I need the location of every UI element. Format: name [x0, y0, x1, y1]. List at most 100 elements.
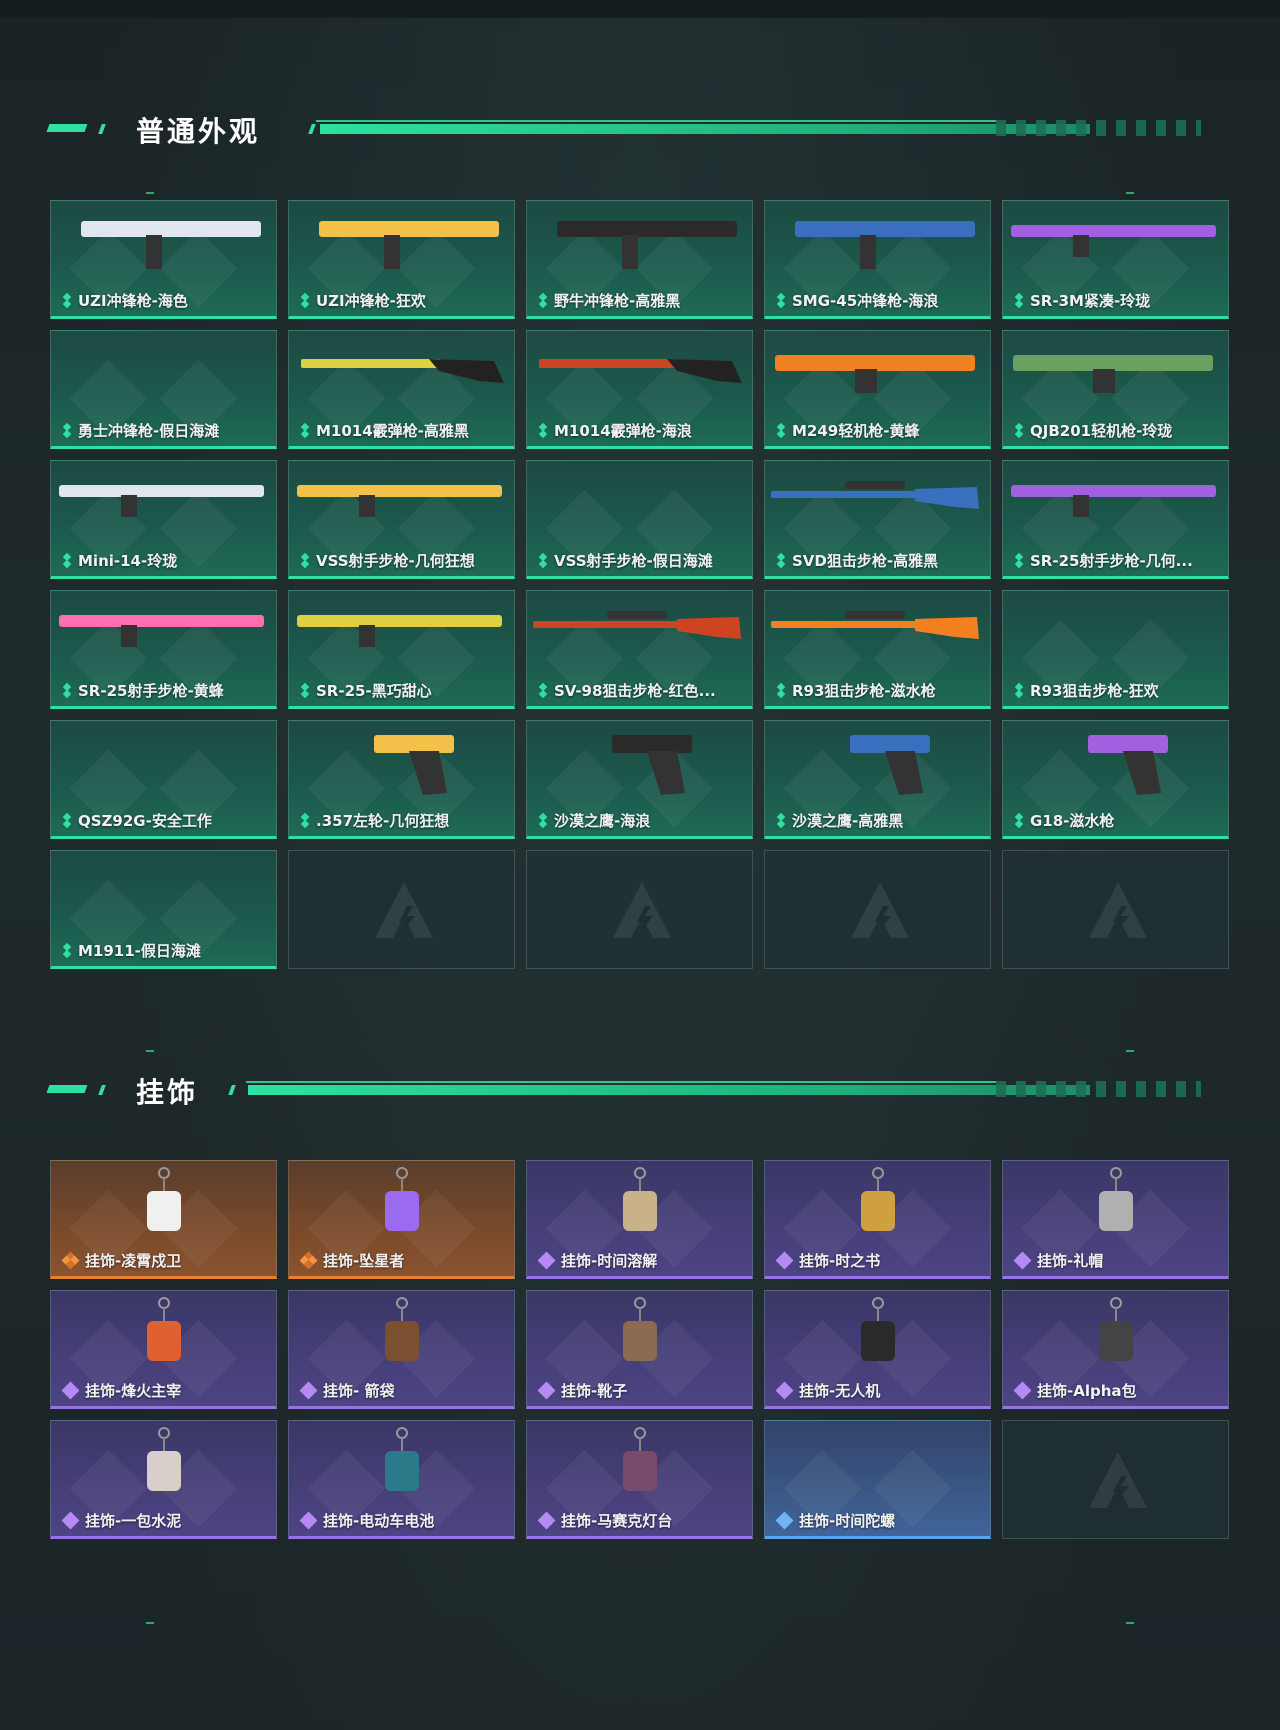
card-label: 挂饰-时间溶解: [537, 1250, 657, 1271]
header-checker: [996, 1081, 1201, 1097]
rarity-diamond-icon: [775, 1381, 794, 1399]
charm-icon: [1099, 1297, 1133, 1361]
shotgun-icon: [301, 359, 504, 383]
skin-card[interactable]: SV-98狙击步枪-红色...: [526, 590, 753, 709]
charm-card[interactable]: 挂饰-时间陀螺: [764, 1420, 991, 1539]
skin-card[interactable]: QJB201轻机枪-玲珑: [1002, 330, 1229, 449]
rarity-gem-icon: [63, 684, 72, 698]
empty-slot: [526, 850, 753, 969]
card-label-text: 挂饰-靴子: [561, 1382, 628, 1400]
skin-card[interactable]: SMG-45冲锋枪-海浪: [764, 200, 991, 319]
rarity-gem-icon: [539, 554, 548, 568]
section-title-skins: 普通外观: [136, 115, 261, 148]
tick-mark: [146, 1622, 154, 1624]
card-label: .357左轮-几何狂想: [301, 810, 449, 831]
skin-card[interactable]: 勇士冲锋枪-假日海滩: [50, 330, 277, 449]
charm-card[interactable]: 挂饰-时之书: [764, 1160, 991, 1279]
charm-card[interactable]: 挂饰-电动车电池: [288, 1420, 515, 1539]
skin-card[interactable]: R93狙击步枪-狂欢: [1002, 590, 1229, 709]
skin-card[interactable]: 野牛冲锋枪-高雅黑: [526, 200, 753, 319]
card-label-text: SV-98狙击步枪-红色...: [554, 682, 716, 700]
charm-card[interactable]: 挂饰-时间溶解: [526, 1160, 753, 1279]
header-checker: [996, 120, 1201, 136]
charm-card[interactable]: 挂饰-一包水泥: [50, 1420, 277, 1539]
card-label-text: 挂饰-烽火主宰: [85, 1382, 182, 1400]
card-label-text: 挂饰-坠星者: [323, 1252, 405, 1270]
skin-card[interactable]: VSS射手步枪-假日海滩: [526, 460, 753, 579]
card-label: 挂饰-礼帽: [1013, 1250, 1103, 1271]
section-title-charms: 挂饰: [136, 1076, 199, 1109]
rifle-icon: [297, 615, 502, 647]
placeholder-logo-icon: [613, 882, 671, 938]
card-label-text: SR-25射手步枪-黄蜂: [78, 682, 224, 700]
header-line-thin: [316, 120, 996, 122]
skin-card[interactable]: SR-25-黑巧甜心: [288, 590, 515, 709]
header-accent-slash: [98, 124, 106, 134]
skin-card[interactable]: SVD狙击步枪-高雅黑: [764, 460, 991, 579]
rarity-diamond-icon: [775, 1511, 794, 1529]
card-label: SMG-45冲锋枪-海浪: [777, 290, 938, 311]
charm-icon: [861, 1167, 895, 1231]
card-label: 挂饰-马赛克灯台: [537, 1510, 672, 1531]
charm-card[interactable]: 挂饰- 箭袋: [288, 1290, 515, 1409]
skin-card[interactable]: SR-3M紧凑-玲珑: [1002, 200, 1229, 319]
empty-slot: [288, 850, 515, 969]
skin-card[interactable]: QSZ92G-安全工作: [50, 720, 277, 839]
skin-card[interactable]: M1911-假日海滩: [50, 850, 277, 969]
card-label-text: 勇士冲锋枪-假日海滩: [78, 422, 220, 440]
placeholder-logo-icon: [375, 882, 433, 938]
rarity-gem-icon: [63, 944, 72, 958]
section-header-charms: 挂饰: [46, 1073, 1203, 1113]
placeholder-logo-icon: [1089, 1452, 1147, 1508]
skin-card[interactable]: SR-25射手步枪-几何...: [1002, 460, 1229, 579]
charm-card[interactable]: 挂饰-Alpha包: [1002, 1290, 1229, 1409]
rifle-icon: [297, 485, 502, 517]
skin-card[interactable]: UZI冲锋枪-狂欢: [288, 200, 515, 319]
rarity-gem-icon: [301, 424, 310, 438]
skin-card[interactable]: VSS射手步枪-几何狂想: [288, 460, 515, 579]
skin-card[interactable]: SR-25射手步枪-黄蜂: [50, 590, 277, 709]
card-label: SR-25-黑巧甜心: [301, 680, 432, 701]
card-label: 沙漠之鹰-海浪: [539, 810, 650, 831]
rarity-diamond-icon: [1013, 1381, 1032, 1399]
skin-card[interactable]: R93狙击步枪-滋水枪: [764, 590, 991, 709]
skin-card[interactable]: M249轻机枪-黄蜂: [764, 330, 991, 449]
charm-card[interactable]: 挂饰-无人机: [764, 1290, 991, 1409]
card-label: 挂饰-无人机: [775, 1380, 880, 1401]
card-label: SR-3M紧凑-玲珑: [1015, 290, 1150, 311]
card-label: 挂饰-一包水泥: [61, 1510, 181, 1531]
card-label-text: 沙漠之鹰-高雅黑: [792, 812, 904, 830]
rarity-gem-icon: [63, 424, 72, 438]
charm-icon: [623, 1297, 657, 1361]
skin-card[interactable]: 沙漠之鹰-海浪: [526, 720, 753, 839]
rarity-gem-icon: [301, 554, 310, 568]
card-label: 挂饰-烽火主宰: [61, 1380, 182, 1401]
card-label-text: 挂饰-电动车电池: [323, 1512, 435, 1530]
charm-card[interactable]: 挂饰-烽火主宰: [50, 1290, 277, 1409]
empty-slot: [1002, 850, 1229, 969]
skin-card[interactable]: Mini-14-玲珑: [50, 460, 277, 579]
card-label: SV-98狙击步枪-红色...: [539, 680, 716, 701]
charm-icon: [861, 1297, 895, 1361]
rarity-gem-icon: [777, 424, 786, 438]
card-label-text: 沙漠之鹰-海浪: [554, 812, 651, 830]
tick-mark: [1126, 1622, 1134, 1624]
card-label-text: 挂饰- 箭袋: [323, 1382, 395, 1400]
charm-card[interactable]: 挂饰-靴子: [526, 1290, 753, 1409]
tick-mark: [1126, 192, 1134, 194]
charm-card[interactable]: 挂饰-礼帽: [1002, 1160, 1229, 1279]
skin-card[interactable]: M1014霰弹枪-海浪: [526, 330, 753, 449]
charm-card[interactable]: 挂饰-马赛克灯台: [526, 1420, 753, 1539]
rifle-icon: [59, 485, 264, 517]
charm-card[interactable]: 挂饰-坠星者: [288, 1160, 515, 1279]
charm-card[interactable]: 挂饰-凌霄戍卫: [50, 1160, 277, 1279]
header-slash: [228, 1085, 236, 1095]
skin-card[interactable]: 沙漠之鹰-高雅黑: [764, 720, 991, 839]
skin-card[interactable]: M1014霰弹枪-高雅黑: [288, 330, 515, 449]
skin-card[interactable]: UZI冲锋枪-海色: [50, 200, 277, 319]
rarity-gem-icon: [63, 814, 72, 828]
skin-card[interactable]: .357左轮-几何狂想: [288, 720, 515, 839]
skin-card[interactable]: G18-滋水枪: [1002, 720, 1229, 839]
card-label-text: QSZ92G-安全工作: [78, 812, 212, 830]
card-label-text: 挂饰-Alpha包: [1037, 1382, 1137, 1400]
